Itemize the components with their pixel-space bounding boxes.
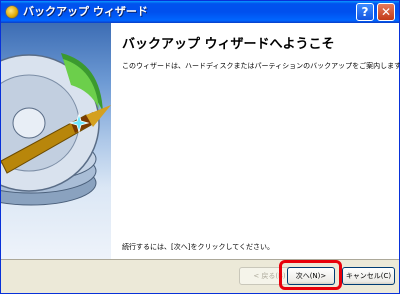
page-title: バックアップ ウィザードへようこそ [122, 37, 335, 52]
help-button[interactable]: ? [356, 3, 374, 21]
close-button[interactable]: ✕ [377, 3, 395, 21]
wizard-window: バックアップ ウィザード ? ✕ バックアップ ウィザードへようこそ このウィザ… [0, 0, 400, 294]
window-title: バックアップ ウィザード [23, 5, 148, 18]
title-bar[interactable]: バックアップ ウィザード ? ✕ [1, 1, 399, 23]
intro-text: このウィザードは、ハードディスクまたはパーティションのバックアップをご案内します… [122, 62, 400, 70]
footer-divider [1, 259, 399, 260]
next-button-highlight [279, 260, 342, 290]
app-icon [5, 5, 19, 19]
wizard-content: バックアップ ウィザードへようこそ このウィザードは、ハードディスクまたはパーテ… [1, 23, 400, 259]
continue-instruction: 続行するには、[次へ]をクリックしてください。 [122, 243, 275, 251]
wizard-side-image [1, 53, 111, 206]
cancel-button[interactable]: キャンセル(C) [342, 267, 395, 285]
hard-disk-drill-icon [1, 23, 111, 259]
